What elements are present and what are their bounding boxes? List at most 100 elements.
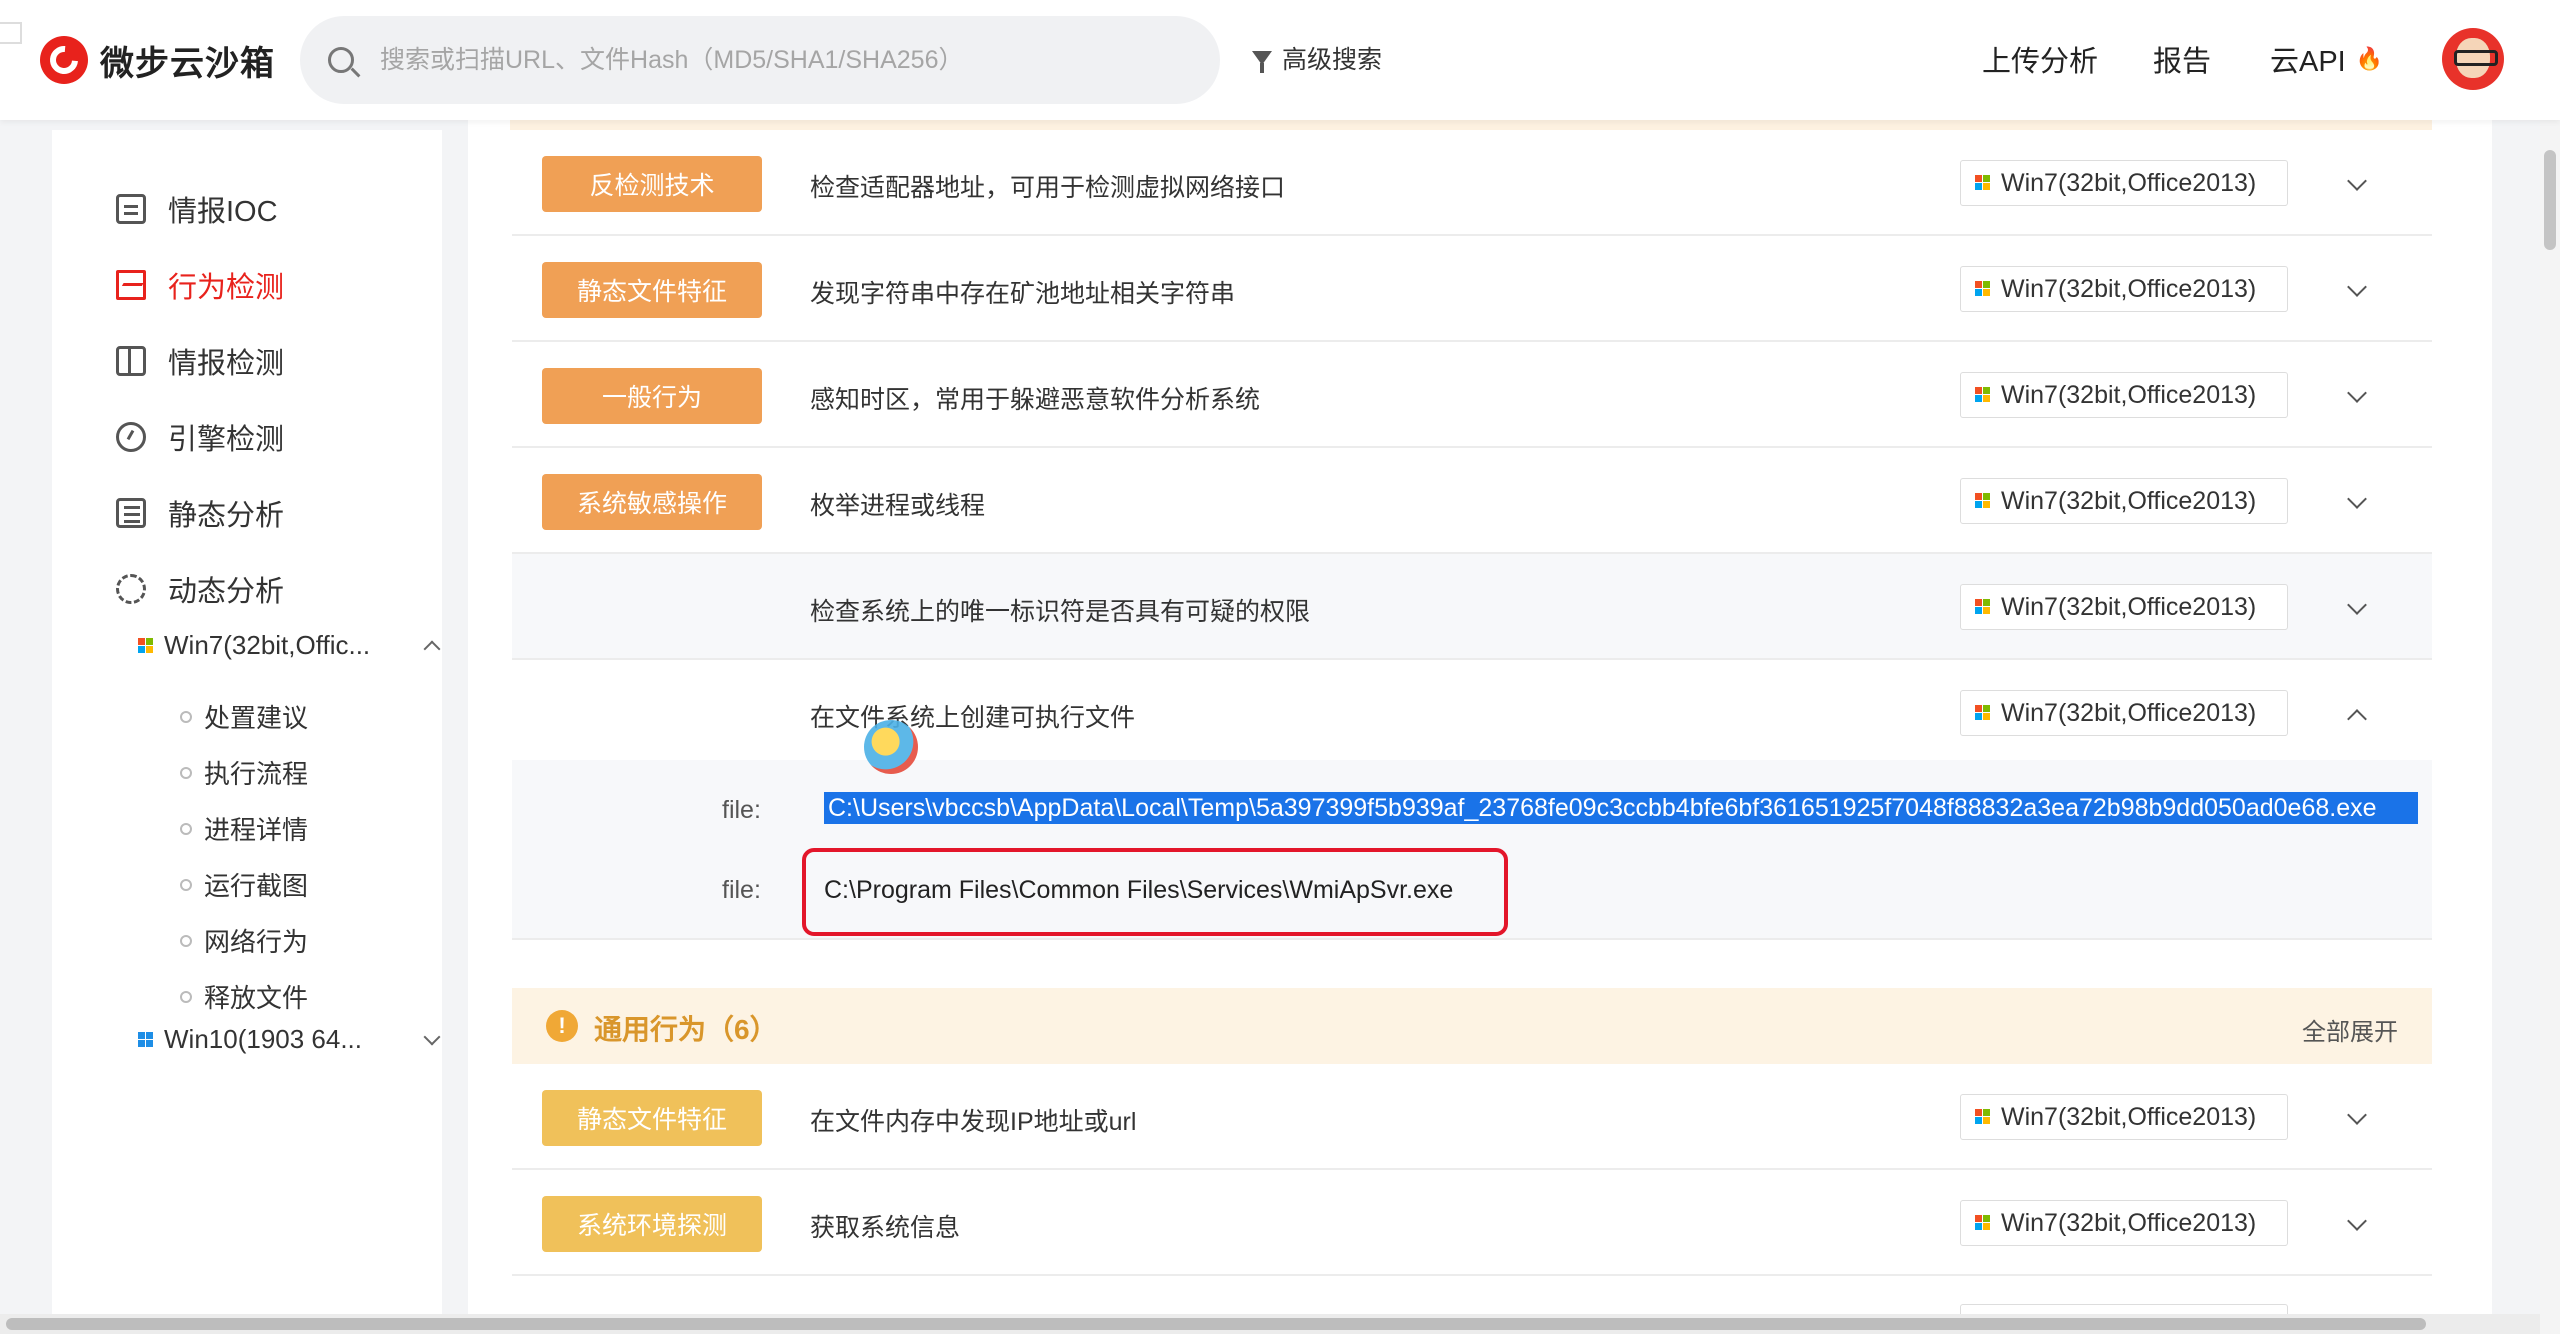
chevron-down-icon[interactable] (2347, 489, 2367, 509)
windows-icon (1975, 387, 1991, 403)
env-tag-label: Win7(32bit,Office2013) (2001, 274, 2257, 303)
sidebar-item-label: 情报检测 (168, 348, 285, 380)
file-label: file: (722, 796, 761, 824)
sidebar-item-engine-detection[interactable]: 引擎检测 (116, 416, 284, 458)
chevron-down-icon[interactable] (2347, 595, 2367, 615)
vertical-scrollbar-thumb[interactable] (2544, 150, 2556, 250)
chevron-down-icon[interactable] (2347, 383, 2367, 403)
sidebar-item-label: 行为检测 (168, 272, 285, 304)
category-badge: 系统环境探测 (542, 1196, 762, 1252)
behavior-row[interactable]: 静态文件特征 在文件内存中发现IP地址或url Win7(32bit,Offic… (512, 1064, 2432, 1170)
horizontal-scrollbar-thumb[interactable] (6, 1318, 2426, 1330)
annotation-highlight-box (802, 848, 1508, 936)
behavior-row[interactable]: 系统敏感操作 枚举进程或线程 Win7(32bit,Office2013) (512, 448, 2432, 554)
sidebar-item-intel-detection[interactable]: 情报检测 (116, 340, 284, 382)
env-tag-label: Win7(32bit,Office2013) (2001, 1208, 2257, 1237)
logo-icon (40, 36, 88, 84)
env-tag: Win7(32bit,Office2013) (1960, 1200, 2288, 1246)
chevron-down-icon[interactable] (2347, 1105, 2367, 1125)
sub-item-network-behavior[interactable]: 网络行为 (204, 922, 308, 959)
sub-item-screenshots[interactable]: 运行截图 (204, 866, 308, 903)
windows-icon (1975, 599, 1991, 615)
file-label: file: (722, 876, 761, 904)
nav-cloud-api[interactable]: 云API 🔥 (2270, 38, 2383, 80)
category-badge: 反检测技术 (542, 156, 762, 212)
env-tag: Win7(32bit,Office2013) (1960, 266, 2288, 312)
nav-upload-analysis[interactable]: 上传分析 (1982, 38, 2098, 80)
env-tag-label: Win7(32bit,Office2013) (2001, 486, 2257, 515)
logo-text: 微步云沙箱 (100, 44, 275, 83)
layout-icon (116, 346, 146, 376)
behavior-description: 感知时区，常用于躲避恶意软件分析系统 (810, 386, 1261, 414)
windows-icon (1975, 705, 1991, 721)
behavior-row[interactable]: 系统环境探测 获取系统信息 Win7(32bit,Office2013) (512, 1170, 2432, 1276)
nav-report[interactable]: 报告 (2153, 38, 2211, 80)
sub-item-disposal-advice[interactable]: 处置建议 (204, 698, 308, 735)
search-input[interactable] (378, 44, 1198, 76)
sub-item-process-details[interactable]: 进程详情 (204, 810, 308, 847)
section-top-strip (510, 120, 2432, 130)
behavior-description: 获取系统信息 (810, 1214, 961, 1242)
behavior-row[interactable]: 检查系统上的唯一标识符是否具有可疑的权限 Win7(32bit,Office20… (512, 554, 2432, 660)
category-badge: 一般行为 (542, 368, 762, 424)
env-tag-label: Win7(32bit,Office2013) (2001, 380, 2257, 409)
file-path-selected[interactable]: C:\Users\vbccsb\AppData\Local\Temp\5a397… (824, 792, 2418, 824)
general-behavior-header: ! 通用行为（6） 全部展开 (512, 988, 2432, 1064)
windows-icon (1975, 1215, 1991, 1231)
filter-icon (1252, 51, 1272, 73)
behavior-row[interactable]: 一般行为 感知时区，常用于躲避恶意软件分析系统 Win7(32bit,Offic… (512, 342, 2432, 448)
search-bar[interactable] (300, 16, 1220, 104)
sidebar-item-label: 情报IOC (168, 196, 278, 228)
avatar[interactable] (2442, 28, 2504, 90)
env-win10-label: Win10(1903 64... (164, 1024, 363, 1054)
behavior-row[interactable]: 静态文件特征 发现字符串中存在矿池地址相关字符串 Win7(32bit,Offi… (512, 236, 2432, 342)
env-tag-label: Win7(32bit,Office2013) (2001, 1102, 2257, 1131)
top-header: 微步云沙箱 高级搜索 上传分析 报告 云API 🔥 (0, 0, 2560, 120)
sidebar-item-dynamic-analysis[interactable]: 动态分析 (116, 568, 284, 610)
expand-all-button[interactable]: 全部展开 (2302, 1012, 2398, 1047)
window-corner (0, 22, 22, 44)
windows-icon (138, 1031, 154, 1048)
category-badge: 静态文件特征 (542, 262, 762, 318)
gauge-icon (116, 422, 146, 452)
search-icon (328, 47, 354, 73)
windows-icon (1975, 175, 1991, 191)
sidebar-item-static-analysis[interactable]: 静态分析 (116, 492, 284, 534)
sidebar-item-label: 静态分析 (168, 500, 285, 532)
chevron-down-icon (423, 1028, 441, 1045)
chevron-down-icon[interactable] (2347, 171, 2367, 191)
sub-item-execution-flow[interactable]: 执行流程 (204, 754, 308, 791)
windows-icon (1975, 281, 1991, 297)
floating-assistant-icon[interactable] (864, 720, 918, 774)
sidebar-item-behavior-detection[interactable]: 行为检测 (116, 264, 284, 306)
advanced-search-button[interactable]: 高级搜索 (1252, 40, 1382, 76)
logo[interactable]: 微步云沙箱 (40, 36, 275, 84)
env-tag-label: Win7(32bit,Office2013) (2001, 592, 2257, 621)
sidebar-item-intel-ioc[interactable]: 情报IOC (116, 188, 278, 230)
edit-doc-icon (116, 194, 146, 224)
env-win10-toggle[interactable]: Win10(1903 64... (138, 1024, 458, 1055)
chevron-up-icon[interactable] (2347, 709, 2367, 729)
nav-cloud-api-label: 云API (2270, 46, 2346, 78)
sub-item-dropped-files[interactable]: 释放文件 (204, 978, 308, 1015)
chevron-down-icon[interactable] (2347, 1211, 2367, 1231)
env-win7-toggle[interactable]: Win7(32bit,Offic... (138, 630, 458, 661)
section-title: 通用行为（6） (594, 1014, 778, 1045)
sidebar-item-label: 动态分析 (168, 576, 285, 608)
chevron-down-icon[interactable] (2347, 277, 2367, 297)
warning-icon: ! (546, 1010, 578, 1042)
list-icon (116, 498, 146, 528)
sidebar-item-label: 引擎检测 (168, 424, 285, 456)
behavior-row-expanded[interactable]: 在文件系统上创建可执行文件 Win7(32bit,Office2013) (512, 660, 2432, 766)
env-tag: Win7(32bit,Office2013) (1960, 372, 2288, 418)
windows-icon (138, 637, 154, 654)
env-tag: Win7(32bit,Office2013) (1960, 1094, 2288, 1140)
advanced-search-label: 高级搜索 (1282, 46, 1383, 74)
env-win7-label: Win7(32bit,Offic... (164, 630, 371, 660)
chevron-up-icon (423, 640, 441, 657)
behavior-row[interactable]: 反检测技术 检查适配器地址，可用于检测虚拟网络接口 Win7(32bit,Off… (512, 130, 2432, 236)
env-tag: Win7(32bit,Office2013) (1960, 160, 2288, 206)
sidebar: 情报IOC 行为检测 情报检测 引擎检测 静态分析 动态分析 Win7(32bi… (52, 130, 442, 1334)
partially-visible-row (512, 1296, 2432, 1316)
env-tag: Win7(32bit,Office2013) (1960, 690, 2288, 736)
